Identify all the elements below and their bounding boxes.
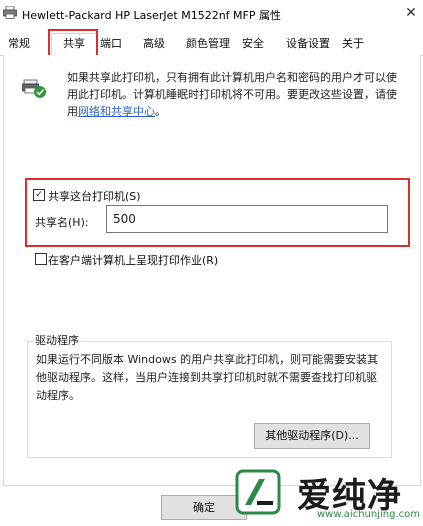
title-bar: Hewlett-Packard HP LaserJet M1522nf MFP … <box>0 0 423 28</box>
share-printer-label: 共享这台打印机(S) <box>48 190 141 203</box>
tab-device-settings[interactable]: 设备设置 <box>286 35 330 53</box>
shared-printer-icon <box>22 79 46 98</box>
tab-about[interactable]: 关于 <box>342 35 364 53</box>
sharing-info-text: 如果共享此打印机，只有拥有此计算机用户名和密码的用户才可以使用此打印机。计算机睡… <box>67 69 407 120</box>
watermark-logo-icon <box>235 469 281 515</box>
render-jobs-label: 在客户端计算机上呈现打印作业(R) <box>48 254 219 267</box>
close-button[interactable]: ✕ <box>401 2 421 24</box>
tab-color-management[interactable]: 颜色管理 <box>186 35 230 53</box>
tab-ports[interactable]: 端口 <box>100 35 122 53</box>
printer-icon <box>3 6 17 19</box>
drivers-group-title: 驱动程序 <box>33 332 81 348</box>
close-icon: ✕ <box>405 5 417 21</box>
window-title: Hewlett-Packard HP LaserJet M1522nf MFP … <box>22 9 281 22</box>
tab-general[interactable]: 常规 <box>8 35 30 53</box>
share-printer-checkbox[interactable]: ✓ <box>33 189 45 201</box>
network-sharing-center-link[interactable]: 网络和共享中心 <box>78 105 155 118</box>
watermark: 爱纯净 www.aichunjing.com <box>225 465 423 526</box>
drivers-description: 如果运行不同版本 Windows 的用户共享此打印机，则可能需要安装其他驱动程序… <box>36 353 379 402</box>
render-jobs-checkbox[interactable] <box>35 253 47 265</box>
tab-security[interactable]: 安全 <box>242 35 264 53</box>
tab-advanced[interactable]: 高级 <box>143 35 165 53</box>
additional-drivers-button[interactable]: 其他驱动程序(D)... <box>254 423 370 449</box>
share-name-input[interactable]: 500 <box>106 205 388 233</box>
sharing-info-end: 。 <box>155 105 166 118</box>
watermark-url: www.aichunjing.com <box>317 509 420 520</box>
share-name-label: 共享名(H): <box>35 216 89 229</box>
